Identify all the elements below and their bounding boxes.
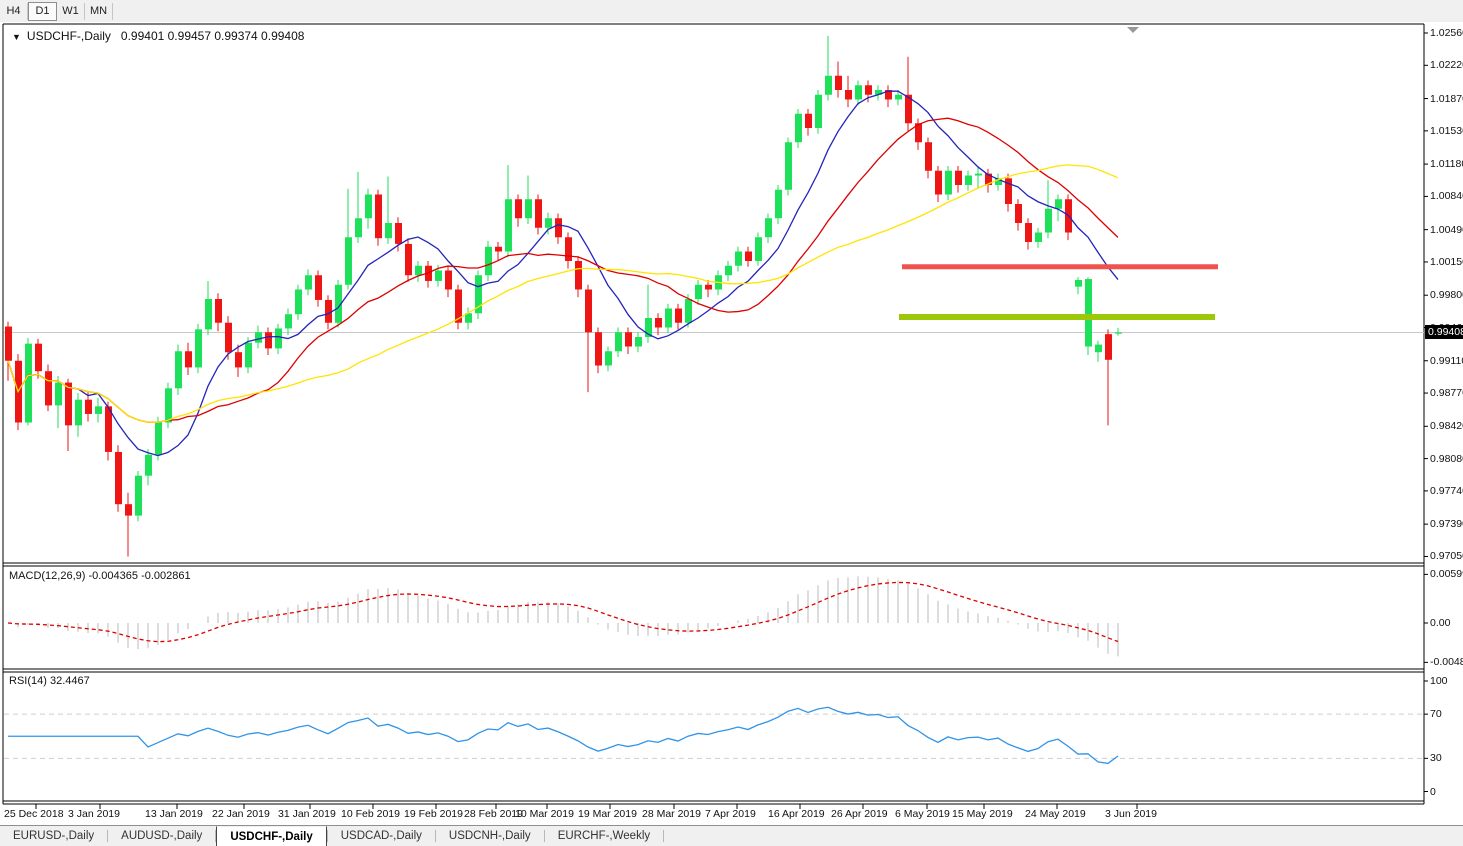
date-axis-label: 28 Mar 2019 [642, 808, 701, 820]
timeframe-toolbar: H4D1W1MN [0, 0, 1463, 23]
fast-ma-line[interactable] [8, 91, 1118, 455]
price-axis-label: 1.01870 [1430, 93, 1463, 105]
price-axis-label: 0.97050 [1430, 550, 1463, 562]
timeframe-button-h4[interactable]: H4 [0, 3, 28, 20]
price-axis-label: 0.97390 [1430, 518, 1463, 530]
tab-usdcnh[interactable]: USDCNH-,Daily [436, 826, 544, 846]
date-axis-label: 7 Apr 2019 [705, 808, 756, 820]
rsi-axis-label: 70 [1430, 708, 1442, 720]
price-axis-label: 0.98080 [1430, 453, 1463, 465]
timeframe-button-d1[interactable]: D1 [28, 2, 57, 21]
chart-tabs-bar: EURUSD-,DailyAUDUSD-,DailyUSDCHF-,DailyU… [0, 825, 1463, 846]
macd-signal-line [8, 582, 1118, 641]
date-axis-label: 19 Mar 2019 [578, 808, 637, 820]
price-axis-label: 1.02560 [1430, 27, 1463, 39]
timeframe-button-w1[interactable]: W1 [57, 3, 85, 20]
price-axis-label: 0.98770 [1430, 387, 1463, 399]
date-axis-label: 31 Jan 2019 [278, 808, 336, 820]
price-axis-label: 0.99800 [1430, 289, 1463, 301]
price-axis-label: 1.02220 [1430, 59, 1463, 71]
date-axis-label: 10 Feb 2019 [341, 808, 400, 820]
date-axis-label: 3 Jan 2019 [68, 808, 120, 820]
date-axis-label: 19 Feb 2019 [404, 808, 463, 820]
macd-axis-label: 0.005999 [1430, 568, 1463, 580]
price-axis-label: 1.00490 [1430, 224, 1463, 236]
panel-borders [3, 24, 1424, 804]
date-axis-label: 3 Jun 2019 [1105, 808, 1157, 820]
date-axis-label: 22 Jan 2019 [212, 808, 270, 820]
chart-window[interactable]: ▼ USDCHF-,Daily 0.99401 0.99457 0.99374 0.… [0, 22, 1463, 825]
price-axis-label: 1.01180 [1430, 158, 1463, 170]
rsi-axis-label: 0 [1430, 786, 1436, 798]
timeframe-button-mn[interactable]: MN [85, 3, 113, 20]
tab-usdchf[interactable]: USDCHF-,Daily [216, 826, 326, 846]
axis-ticks [36, 33, 1428, 809]
rsi-axis-label: 100 [1430, 675, 1448, 687]
collapse-arrow-icon[interactable]: ▼ [12, 32, 21, 42]
symbol-title: USDCHF-,Daily [27, 29, 111, 43]
date-axis-label: 26 Apr 2019 [831, 808, 888, 820]
tab-eurusd[interactable]: EURUSD-,Daily [0, 826, 107, 846]
ohlc-values: 0.99401 0.99457 0.99374 0.99408 [121, 29, 305, 43]
date-axis-label: 16 Apr 2019 [768, 808, 825, 820]
price-axis-label: 1.00150 [1430, 256, 1463, 268]
tab-separator [663, 830, 664, 842]
candlestick-series [5, 36, 1122, 557]
current-price-tag: 0.99408 [1425, 325, 1463, 339]
macd-axis-label: 0.00 [1430, 617, 1450, 629]
macd-histogram [8, 576, 1118, 656]
chart-title-row: ▼ USDCHF-,Daily 0.99401 0.99457 0.99374 0.… [12, 29, 304, 43]
slow-ma-line[interactable] [8, 165, 1118, 422]
date-axis-label: 10 Mar 2019 [515, 808, 574, 820]
tab-audusd[interactable]: AUDUSD-,Daily [108, 826, 215, 846]
mid-ma-line[interactable] [8, 118, 1118, 422]
price-axis-label: 1.00840 [1430, 190, 1463, 202]
chart-shift-marker-icon[interactable] [1127, 27, 1139, 33]
rsi-label: RSI(14) 32.4467 [9, 675, 90, 687]
price-axis-label: 1.01530 [1430, 125, 1463, 137]
date-axis-label: 24 May 2019 [1025, 808, 1086, 820]
date-axis-label: 15 May 2019 [952, 808, 1013, 820]
rsi-axis-label: 30 [1430, 752, 1442, 764]
tab-eurchf[interactable]: EURCHF-,Weekly [545, 826, 663, 846]
chart-canvas[interactable] [0, 22, 1463, 825]
price-axis-label: 0.99110 [1430, 355, 1463, 367]
tab-usdcad[interactable]: USDCAD-,Daily [328, 826, 435, 846]
price-axis-label: 0.97740 [1430, 485, 1463, 497]
date-axis-label: 6 May 2019 [895, 808, 950, 820]
rsi-line [8, 707, 1118, 763]
date-axis-label: 25 Dec 2018 [4, 808, 64, 820]
macd-label: MACD(12,26,9) -0.004365 -0.002861 [9, 570, 191, 582]
macd-axis-label: -0.004858 [1430, 656, 1463, 668]
price-axis-label: 0.98420 [1430, 420, 1463, 432]
date-axis-label: 13 Jan 2019 [145, 808, 203, 820]
